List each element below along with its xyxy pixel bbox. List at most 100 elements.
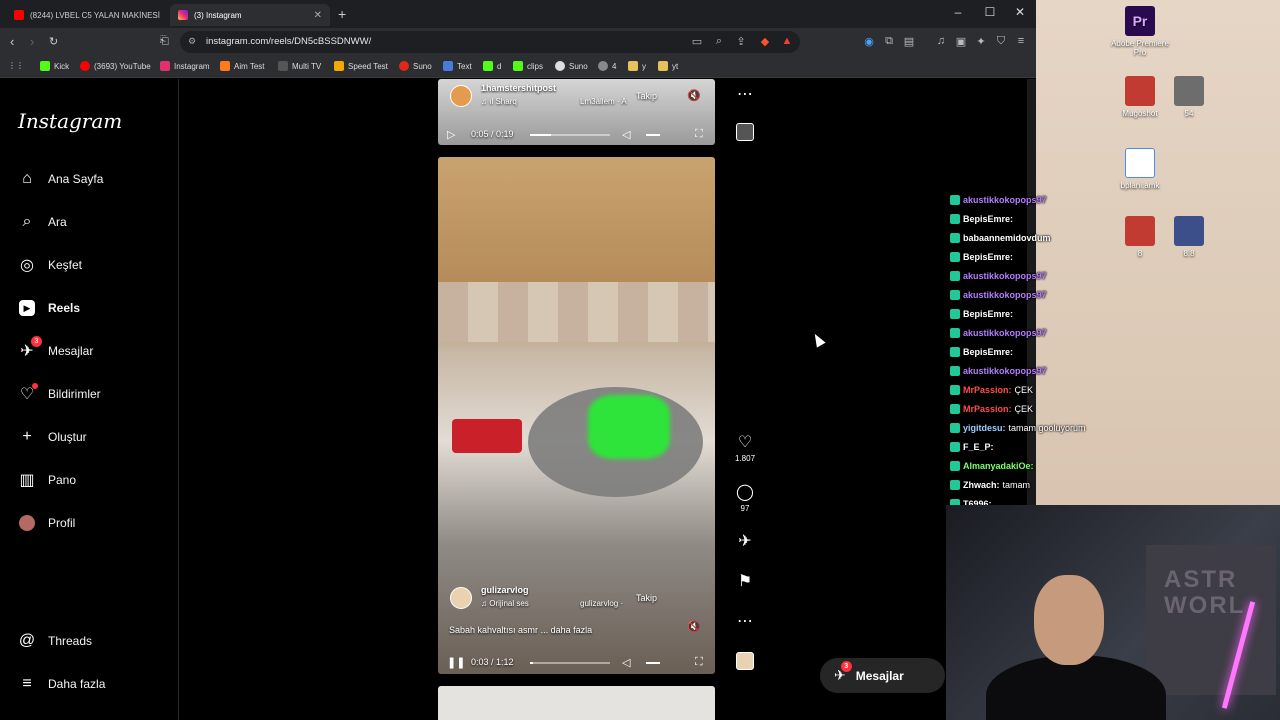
video-progress[interactable] xyxy=(530,662,610,664)
site-info-icon[interactable]: ⚙ xyxy=(188,36,196,47)
bookmark-kick[interactable]: Kick xyxy=(40,61,69,71)
menu-icon[interactable]: ≡ xyxy=(1014,35,1028,47)
brave-rewards-icon[interactable]: ▲ xyxy=(780,35,794,47)
nav-reels[interactable]: ▶ Reels xyxy=(18,299,80,317)
play-icon[interactable]: ▷ xyxy=(447,128,455,141)
desktop-icon-bplani[interactable]: bplani.amk xyxy=(1110,148,1170,190)
volume-icon[interactable]: ◁ xyxy=(622,128,630,141)
desktop-icon-8-8[interactable]: 8.8 xyxy=(1159,216,1219,258)
instagram-logo[interactable]: Instagram xyxy=(18,109,122,133)
audio-playing-icon[interactable]: ◉ xyxy=(862,35,876,48)
desktop-icon-premiere[interactable]: Pr Adobe Premiere Pro xyxy=(1110,6,1170,57)
reload-icon[interactable]: ↻ xyxy=(49,35,58,48)
back-icon[interactable]: ‹ xyxy=(10,34,14,49)
bookmark-folder-yt[interactable]: yt xyxy=(658,61,678,71)
tab-youtube[interactable]: (8244) LVBEL C5 YALAN MAKİNESİNE xyxy=(6,4,168,26)
chat-username[interactable]: MrPassion: xyxy=(963,385,1012,395)
chat-username[interactable]: F_E_P: xyxy=(963,442,994,452)
nav-threads[interactable]: @ Threads xyxy=(18,632,92,650)
wallet-icon[interactable]: ▣ xyxy=(954,35,968,48)
chat-username[interactable]: akustikkokopops97 xyxy=(963,271,1047,281)
chat-username[interactable]: akustikkokopops97 xyxy=(963,195,1047,205)
vpn-icon[interactable]: ⛉ xyxy=(994,35,1008,48)
caption-more-link[interactable]: ... daha fazla xyxy=(541,625,593,635)
nav-home[interactable]: ⌂ Ana Sayfa xyxy=(18,170,103,188)
nav-dashboard[interactable]: ▥ Pano xyxy=(18,471,76,489)
audio-thumbnail[interactable] xyxy=(735,123,755,141)
fullscreen-icon[interactable]: ⛶ xyxy=(695,128,703,141)
chat-username[interactable]: AlmanyadakiOe: xyxy=(963,461,1034,471)
minimize-icon[interactable]: – xyxy=(948,5,968,19)
reel-audio[interactable]: ♫ ıl Sharq xyxy=(481,97,517,106)
share-button[interactable]: ✈ xyxy=(735,531,755,551)
brave-shield-icon[interactable]: ◆ xyxy=(758,35,772,48)
chat-username[interactable]: akustikkokopops97 xyxy=(963,366,1047,376)
bookmark-youtube[interactable]: (3693) YouTube xyxy=(80,61,151,71)
more-options-button[interactable]: ⋯ xyxy=(735,84,755,104)
sidebar-icon[interactable]: ▤ xyxy=(902,35,916,48)
nav-more[interactable]: ≡ Daha fazla xyxy=(18,675,105,693)
messages-drawer-button[interactable]: ✈ 3 Mesajlar xyxy=(820,658,945,693)
volume-slider[interactable] xyxy=(646,134,660,136)
tab-instagram[interactable]: (3) Instagram ✕ xyxy=(170,4,330,26)
nav-messages[interactable]: ✈ 3 Mesajlar xyxy=(18,336,93,360)
chat-username[interactable]: BepisEmre: xyxy=(963,214,1013,224)
mute-icon[interactable]: 🔇 xyxy=(687,620,701,633)
chat-username[interactable]: MrPassion: xyxy=(963,404,1012,414)
save-button[interactable]: ⚑ xyxy=(735,571,755,591)
nav-notifications[interactable]: ♡ Bildirimler xyxy=(18,383,101,403)
chat-username[interactable]: akustikkokopops97 xyxy=(963,290,1047,300)
like-button[interactable]: ♡ 1.807 xyxy=(735,432,755,463)
pause-icon[interactable]: ❚❚ xyxy=(447,656,465,669)
leo-icon[interactable]: ✦ xyxy=(974,35,988,48)
bookmark-folder-4[interactable]: 4 xyxy=(598,61,616,71)
bookmark-clips[interactable]: clips xyxy=(513,61,543,71)
reel-video-next[interactable] xyxy=(438,686,715,720)
chat-username[interactable]: akustikkokopops97 xyxy=(963,328,1047,338)
extensions-icon[interactable]: ⧉ xyxy=(882,35,896,48)
chat-username[interactable]: babaannemidovdum xyxy=(963,233,1051,243)
follow-button[interactable]: Takip xyxy=(636,593,657,603)
chat-username[interactable]: BepisEmre: xyxy=(963,309,1013,319)
close-window-icon[interactable]: ✕ xyxy=(1010,5,1030,19)
reel-author-avatar[interactable] xyxy=(450,85,472,107)
reel-author-name[interactable]: 1hamstershitpost xyxy=(481,83,556,93)
volume-slider[interactable] xyxy=(646,662,660,664)
mute-icon[interactable]: 🔇 xyxy=(687,89,701,102)
nav-explore[interactable]: ◎ Keşfet xyxy=(18,256,82,274)
chat-username[interactable]: BepisEmre: xyxy=(963,347,1013,357)
bookmark-folder-y[interactable]: y xyxy=(628,61,646,71)
close-tab-icon[interactable]: ✕ xyxy=(314,10,322,21)
nav-create[interactable]: + Oluştur xyxy=(18,428,86,446)
apps-icon[interactable]: ⋮⋮ xyxy=(8,61,24,70)
bookmark-instagram[interactable]: Instagram xyxy=(160,61,210,71)
chat-username[interactable]: BepisEmre: xyxy=(963,252,1013,262)
zoom-icon[interactable]: ⌕ xyxy=(712,35,726,48)
bookmark-multi-tv[interactable]: Multi TV xyxy=(278,61,321,71)
forward-icon[interactable]: › xyxy=(30,34,34,49)
comment-button[interactable]: ◯ 97 xyxy=(735,482,755,513)
bookmark-aim-test[interactable]: Aim Test xyxy=(220,61,265,71)
reel-audio[interactable]: ♫ Orijinal ses xyxy=(481,599,529,608)
new-tab-button[interactable]: + xyxy=(338,6,346,22)
volume-icon[interactable]: ◁ xyxy=(622,656,630,669)
audio-thumbnail[interactable] xyxy=(735,652,755,670)
reel-author-avatar[interactable] xyxy=(450,587,472,609)
video-progress[interactable] xyxy=(530,134,610,136)
bookmark-speed-test[interactable]: Speed Test xyxy=(334,61,388,71)
bookmark-suno-2[interactable]: Suno xyxy=(555,61,588,71)
fullscreen-icon[interactable]: ⛶ xyxy=(695,656,703,669)
chat-username[interactable]: Zhwach: xyxy=(963,480,1000,490)
nav-search[interactable]: ⌕ Ara xyxy=(18,213,67,231)
bookmark-text[interactable]: Text xyxy=(443,61,472,71)
music-icon[interactable]: ♫ xyxy=(934,35,948,47)
nav-profile[interactable]: Profil xyxy=(18,514,75,532)
chat-username[interactable]: yigitdesu: xyxy=(963,423,1006,433)
more-options-button[interactable]: ⋯ xyxy=(735,611,755,631)
follow-button[interactable]: Takip xyxy=(636,91,657,101)
bookmark-d[interactable]: d xyxy=(483,61,501,71)
cast-icon[interactable]: ▭ xyxy=(690,35,704,48)
reel-author-name[interactable]: gulizarvlog xyxy=(481,585,529,595)
bookmark-icon[interactable]: ⎗ xyxy=(160,35,169,48)
reel-video-previous[interactable]: 1hamstershitpost ♫ ıl Sharq Lm3allem · A… xyxy=(438,79,715,145)
